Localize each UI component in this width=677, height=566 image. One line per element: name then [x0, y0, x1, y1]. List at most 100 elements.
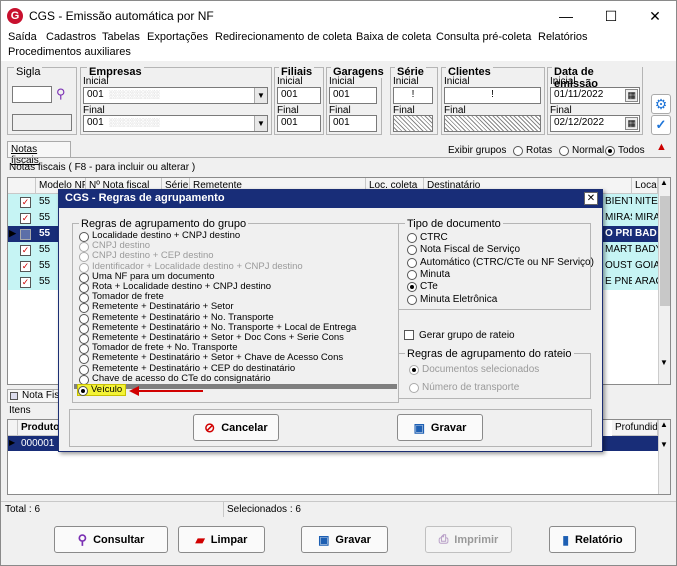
empresa-final-combo[interactable]: 001 ░░░░░░░░░ ▼ [83, 115, 268, 132]
regra-option-radio[interactable]: CNPJ destino + CEP destino [79, 251, 214, 263]
serie-final-input[interactable] [393, 115, 433, 132]
imprimir-label: Imprimir [454, 533, 499, 546]
cell-localidade: GOIA [635, 260, 658, 271]
regra-option-radio[interactable]: Veículo [77, 384, 127, 396]
calendar-icon[interactable]: ▦ [625, 89, 638, 102]
menu-cadastros[interactable]: Cadastros [46, 31, 96, 43]
garagem-final-input[interactable]: 001 [329, 115, 377, 132]
cancelar-button[interactable]: ⊘ Cancelar [193, 414, 279, 441]
menu-consulta-pre-coleta[interactable]: Consulta pré-coleta [436, 31, 531, 43]
title-bar: G CGS - Emissão automática por NF — ☐ ✕ [1, 1, 676, 31]
sigla-label: Sigla [14, 66, 43, 78]
scroll-thumb[interactable] [660, 196, 670, 306]
minimize-button[interactable]: — [546, 5, 586, 27]
limpar-button[interactable]: ▰ Limpar [178, 526, 265, 553]
settings-gear-icon[interactable]: ⚙ [651, 94, 671, 114]
rateio-documentos-radio[interactable]: Documentos selecionados [409, 364, 539, 375]
exibir-rotas-radio[interactable]: Rotas [513, 145, 552, 156]
gravar-label: Gravar [335, 533, 371, 546]
row-checkbox[interactable]: ✓ [20, 213, 31, 224]
printer-icon: ⎙ [438, 532, 449, 546]
tipo-option-radio[interactable]: Nota Fiscal de Serviço [407, 244, 520, 256]
grid-header-localidade[interactable]: Loca [632, 178, 658, 194]
menu-procedimentos[interactable]: Procedimentos auxiliares [8, 46, 131, 58]
print-alert-icon[interactable]: ▲ [656, 141, 674, 157]
tipo-option-radio[interactable]: CTRC [407, 232, 448, 243]
menu-relatorios[interactable]: Relatórios [538, 31, 588, 43]
save-icon: ▣ [413, 420, 425, 435]
data-final-input[interactable]: 02/12/2022 ▦ [550, 115, 640, 132]
data-inicial-input[interactable]: 01/11/2022 ▦ [550, 87, 640, 104]
garagem-inicial-input[interactable]: 001 [329, 87, 377, 104]
row-checkbox[interactable]: ✓ [20, 245, 31, 256]
scroll-up-icon[interactable]: ▲ [660, 420, 668, 429]
regra-option-radio[interactable]: Remetente + Destinatário + Setor [79, 302, 234, 314]
dialog-gravar-label: Gravar [430, 421, 467, 434]
report-icon: ▮ [562, 532, 569, 547]
tipo-option-radio[interactable]: Minuta [407, 269, 450, 280]
rateio-checkbox[interactable] [404, 330, 414, 340]
grid-header-select [8, 178, 36, 194]
row-checkbox[interactable]: ✓ [20, 197, 31, 208]
scroll-down-icon[interactable]: ▼ [660, 358, 668, 367]
dialog-close-icon[interactable]: ✕ [584, 192, 598, 205]
search-icon: ⚲ [77, 531, 88, 547]
serie-inicial-input[interactable]: ! [393, 87, 433, 104]
rateio-numero-transporte-radio[interactable]: Número de transporte [409, 382, 519, 393]
itens-header-profundidade[interactable]: Profundid [612, 420, 658, 436]
itens-header-select [8, 420, 18, 436]
filial-final-input[interactable]: 001 [277, 115, 321, 132]
status-bar: Total : 6 Selecionados : 6 [1, 501, 676, 517]
window-title: CGS - Emissão automática por NF [29, 9, 214, 23]
save-icon: ▣ [318, 532, 330, 547]
chevron-down-icon[interactable]: ▼ [254, 88, 267, 103]
menu-saida[interactable]: Saída [8, 31, 37, 43]
tipo-option-radio[interactable]: Minuta Eletrônica [407, 294, 497, 305]
empresa-inicial-combo[interactable]: 001 ░░░░░░░░░ ▼ [83, 87, 268, 104]
tipo-option-radio[interactable]: CTe [407, 281, 438, 293]
tipo-documento-title: Tipo de documento [405, 218, 503, 230]
tab-notas-fiscais[interactable]: Notas fiscais [7, 141, 71, 166]
filial-inicial-input[interactable]: 001 [277, 87, 321, 104]
imprimir-button[interactable]: ⎙ Imprimir [425, 526, 512, 553]
empresas-group: Empresas Inicial 001 ░░░░░░░░░ ▼ Final 0… [80, 66, 272, 135]
cliente-inicial-input[interactable]: ! [444, 87, 541, 104]
row-checkbox[interactable]: ✓ [20, 261, 31, 272]
gravar-button[interactable]: ▣ Gravar [301, 526, 388, 553]
scroll-up-icon[interactable]: ▲ [660, 178, 668, 187]
itens-scrollbar[interactable]: ▲ ▼ [658, 420, 670, 494]
dialog-button-panel [69, 409, 592, 447]
confirm-check-icon[interactable]: ✓ [651, 115, 671, 135]
exibir-normal-radio[interactable]: Normal [559, 145, 604, 156]
sigla-input[interactable] [12, 86, 52, 103]
relatorio-button[interactable]: ▮ Relatório [549, 526, 636, 553]
tipo-option-radio[interactable]: Automático (CTRC/CTe ou NF Serviço) [407, 257, 594, 268]
grid-caption: Notas fiscais ( F8 - para incluir ou alt… [9, 162, 196, 173]
dialog-gravar-button[interactable]: ▣ Gravar [397, 414, 483, 441]
serie-inicial-label: Inicial [393, 76, 419, 87]
exibir-todos-radio[interactable]: Todos [605, 145, 645, 156]
row-pointer-icon: ▶ [9, 228, 16, 238]
menu-baixa-coleta[interactable]: Baixa de coleta [356, 31, 431, 43]
regra-option-radio[interactable]: Remetente + Destinatário + Setor + Chave… [79, 353, 343, 365]
status-selecionados: Selecionados : 6 [227, 504, 301, 515]
row-checkbox[interactable]: ✓ [20, 277, 31, 288]
regras-grupo-title: Regras de agrupamento do grupo [79, 218, 249, 230]
garagem-inicial-label: Inicial [329, 76, 355, 87]
grid-scrollbar[interactable]: ▲ ▼ [658, 178, 670, 384]
regra-option-radio[interactable]: Chave de acesso do CTe do consignatário [79, 373, 271, 385]
menu-tabelas[interactable]: Tabelas [102, 31, 140, 43]
calendar-icon[interactable]: ▦ [625, 117, 638, 130]
menu-exportacoes[interactable]: Exportações [147, 31, 208, 43]
menu-redirecionamento[interactable]: Redirecionamento de coleta [215, 31, 352, 43]
maximize-button[interactable]: ☐ [591, 5, 631, 27]
chevron-down-icon[interactable]: ▼ [254, 116, 267, 131]
search-icon[interactable]: ⚲ [56, 86, 66, 102]
close-button[interactable]: ✕ [635, 5, 675, 27]
consultar-button[interactable]: ⚲ Consultar [54, 526, 168, 553]
menu-bar: Saída Cadastros Tabelas Exportações Redi… [1, 31, 676, 61]
cliente-final-input[interactable] [444, 115, 541, 132]
row-checkbox[interactable] [20, 229, 31, 240]
scroll-down-icon[interactable]: ▼ [660, 440, 668, 449]
cell-localidade: NITE [635, 196, 658, 207]
